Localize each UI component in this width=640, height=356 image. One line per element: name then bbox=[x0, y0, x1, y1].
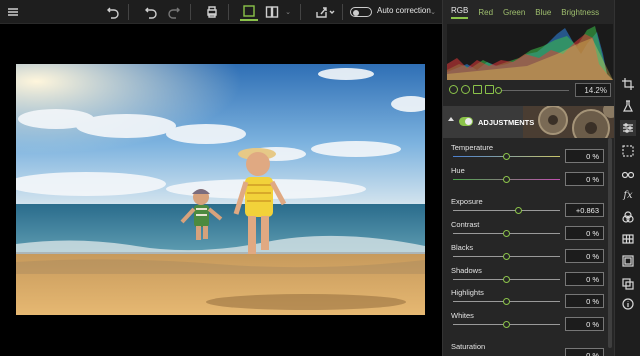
top-toolbar: ⌄ Auto correction ⌄ bbox=[0, 0, 442, 24]
selection-icon[interactable] bbox=[620, 143, 636, 159]
auto-correction-toggle[interactable] bbox=[350, 7, 372, 17]
actual-size-icon[interactable] bbox=[485, 85, 494, 94]
slider-highlights: Highlights 0 % bbox=[443, 288, 615, 310]
grid-icon[interactable] bbox=[620, 231, 636, 247]
chevron-down-icon[interactable]: ⌄ bbox=[428, 3, 438, 21]
edit-panel: RGB Red Green Blue Brightness 14.2% ADJU… bbox=[442, 0, 615, 356]
crop-icon[interactable] bbox=[620, 76, 636, 92]
zoom-out-icon[interactable] bbox=[449, 85, 458, 94]
frame-icon[interactable] bbox=[620, 253, 636, 269]
gears-decoration-icon bbox=[523, 106, 615, 138]
slider-whites: Whites 0 % bbox=[443, 311, 615, 333]
glasses-icon[interactable] bbox=[620, 166, 636, 182]
slider-label: Saturation bbox=[451, 342, 486, 351]
slider-handle[interactable] bbox=[503, 230, 510, 237]
panel-scrollbar[interactable] bbox=[608, 138, 612, 348]
fit-to-screen-icon[interactable] bbox=[473, 85, 482, 94]
print-icon[interactable] bbox=[203, 3, 221, 21]
slider-hue: Hue 0 % bbox=[443, 166, 615, 188]
slider-handle[interactable] bbox=[503, 253, 510, 260]
slider-value[interactable]: 0 % bbox=[565, 294, 604, 308]
slider-value[interactable]: +0.863 bbox=[565, 203, 604, 217]
chevron-down-icon[interactable]: ⌄ bbox=[283, 3, 293, 21]
slider-contrast: Contrast 0 % bbox=[443, 220, 615, 242]
zoom-slider-handle[interactable] bbox=[495, 87, 502, 94]
redo-icon[interactable] bbox=[165, 3, 183, 21]
auto-correction-label: Auto correction bbox=[377, 6, 431, 15]
slider-label: Whites bbox=[451, 311, 474, 320]
split-view-icon[interactable] bbox=[263, 3, 281, 21]
slider-handle[interactable] bbox=[503, 321, 510, 328]
slider-value[interactable]: 0 % bbox=[565, 226, 604, 240]
zoom-slider-track[interactable] bbox=[499, 90, 569, 91]
tab-rgb[interactable]: RGB bbox=[451, 6, 469, 19]
slider-value[interactable]: 0 % bbox=[565, 272, 604, 286]
slider-temperature: Temperature 0 % bbox=[443, 143, 615, 165]
layers-icon[interactable] bbox=[620, 276, 636, 292]
slider-handle[interactable] bbox=[503, 276, 510, 283]
slider-handle[interactable] bbox=[503, 298, 510, 305]
histogram-tabs: RGB Red Green Blue Brightness bbox=[443, 0, 615, 24]
adjustments-header[interactable]: ADJUSTMENTS bbox=[443, 106, 615, 138]
slider-exposure: Exposure +0.863 bbox=[443, 197, 615, 219]
beach-photo bbox=[16, 64, 425, 315]
slider-handle[interactable] bbox=[503, 153, 510, 160]
slider-handle[interactable] bbox=[503, 176, 510, 183]
tab-blue[interactable]: Blue bbox=[535, 8, 551, 17]
undo-all-icon[interactable] bbox=[104, 3, 122, 21]
share-icon[interactable] bbox=[313, 3, 337, 21]
slider-track[interactable] bbox=[453, 210, 560, 211]
fx-icon[interactable]: fx bbox=[620, 187, 636, 203]
slider-label: Shadows bbox=[451, 266, 482, 275]
undo-icon[interactable] bbox=[142, 3, 160, 21]
slider-shadows: Shadows 0 % bbox=[443, 266, 615, 288]
zoom-row: 14.2% bbox=[447, 82, 613, 98]
collapse-caret-icon[interactable] bbox=[448, 117, 454, 121]
slider-value[interactable]: 0 % bbox=[565, 317, 604, 331]
slider-saturation: Saturation 0 % bbox=[443, 342, 615, 356]
image-canvas[interactable] bbox=[0, 24, 442, 356]
tool-rail: fx bbox=[614, 0, 640, 356]
slider-value[interactable]: 0 % bbox=[565, 149, 604, 163]
adjustments-toggle[interactable] bbox=[459, 117, 473, 126]
slider-label: Hue bbox=[451, 166, 465, 175]
menu-icon[interactable] bbox=[4, 3, 22, 21]
tab-red[interactable]: Red bbox=[478, 8, 493, 17]
zoom-in-icon[interactable] bbox=[461, 85, 470, 94]
tab-brightness[interactable]: Brightness bbox=[561, 8, 599, 17]
color-wheel-icon[interactable] bbox=[620, 209, 636, 225]
zoom-value-field[interactable]: 14.2% bbox=[575, 83, 611, 97]
slider-label: Temperature bbox=[451, 143, 494, 152]
histogram bbox=[447, 24, 613, 80]
slider-label: Exposure bbox=[451, 197, 483, 206]
slider-label: Blacks bbox=[451, 243, 474, 252]
tab-green[interactable]: Green bbox=[503, 8, 525, 17]
single-view-icon[interactable] bbox=[240, 3, 258, 21]
slider-handle[interactable] bbox=[515, 207, 522, 214]
flask-icon[interactable] bbox=[620, 98, 636, 114]
slider-value[interactable]: 0 % bbox=[565, 172, 604, 186]
slider-blacks: Blacks 0 % bbox=[443, 243, 615, 265]
slider-value[interactable]: 0 % bbox=[565, 249, 604, 263]
adjust-sliders-icon[interactable] bbox=[620, 120, 636, 136]
slider-label: Highlights bbox=[451, 288, 484, 297]
adjustments-title: ADJUSTMENTS bbox=[478, 118, 535, 127]
info-icon[interactable] bbox=[620, 296, 636, 312]
slider-label: Contrast bbox=[451, 220, 480, 229]
slider-value[interactable]: 0 % bbox=[565, 348, 604, 356]
